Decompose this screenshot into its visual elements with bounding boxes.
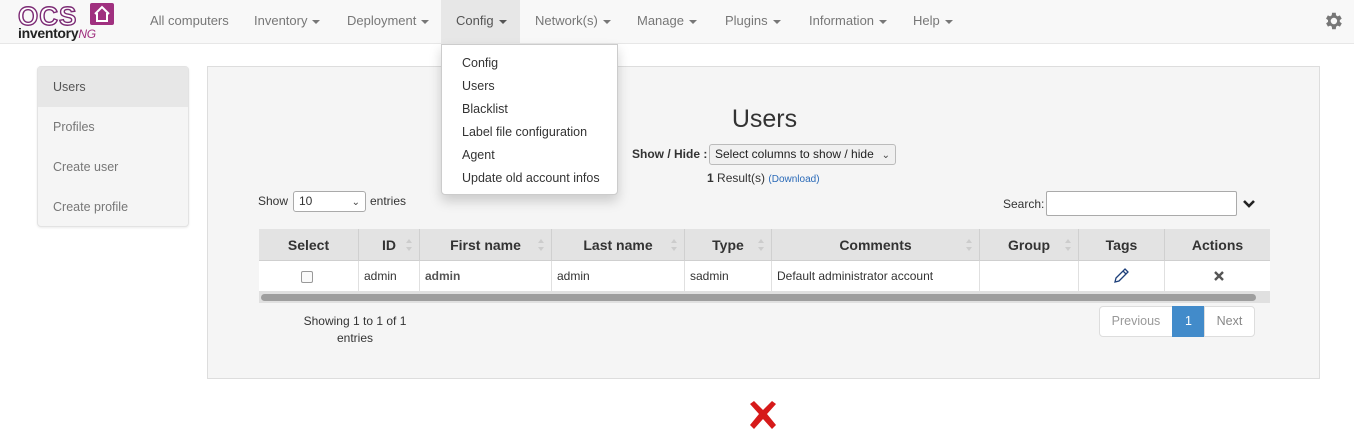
th-tags: Tags (1079, 229, 1165, 261)
menu-item-users[interactable]: Users (462, 79, 495, 93)
nav-networks[interactable]: Network(s) (521, 0, 625, 44)
red-x-icon[interactable] (746, 398, 780, 432)
chevron-down-icon: ⌄ (351, 197, 360, 208)
page-1-button[interactable]: 1 (1172, 306, 1205, 337)
cell-select (259, 261, 359, 291)
results-count: 1 Result(s) (Download) (707, 171, 820, 185)
th-id[interactable]: ID (359, 229, 420, 261)
th-actions: Actions (1191, 237, 1244, 253)
download-link[interactable]: (Download) (768, 174, 819, 185)
caret-down-icon (421, 19, 430, 24)
caret-down-icon (602, 19, 611, 24)
th-first-name[interactable]: First name (420, 229, 552, 261)
row-checkbox[interactable] (301, 271, 313, 283)
caret-down-icon (498, 19, 507, 24)
main-panel: Users Show / Hide : Select columns to sh… (207, 66, 1320, 379)
search-input[interactable] (1046, 191, 1237, 216)
next-button[interactable]: Next (1204, 306, 1255, 337)
sidebar: Users Profiles Create user Create profil… (37, 66, 189, 227)
sidebar-item-create-user[interactable]: Create user (38, 147, 188, 187)
caret-down-icon (312, 19, 321, 24)
cell-last-name: admin (552, 261, 685, 291)
nav-help[interactable]: Help (899, 0, 967, 44)
nav-all-computers[interactable]: All computers (136, 0, 243, 44)
th-group[interactable]: Group (980, 229, 1079, 261)
sort-icon (406, 239, 412, 251)
cell-actions (1165, 261, 1270, 291)
th-select: Select (259, 229, 359, 261)
cell-type: sadmin (685, 261, 772, 291)
pencil-icon[interactable] (1112, 267, 1130, 285)
nav-information[interactable]: Information (795, 0, 901, 44)
sidebar-item-create-profile[interactable]: Create profile (38, 187, 188, 227)
ocs-logo[interactable]: OCS inventoryNG (16, 2, 116, 41)
length-suffix: entries (370, 194, 407, 208)
nav-inventory[interactable]: Inventory (240, 0, 334, 44)
sort-icon (966, 239, 972, 251)
cell-id: admin (359, 261, 420, 291)
menu-item-update-old-account-infos[interactable]: Update old account infos (462, 171, 600, 185)
length-prefix: Show (258, 194, 289, 208)
nav-deployment[interactable]: Deployment (333, 0, 443, 44)
config-dropdown-menu: Config Users Blacklist Label file config… (441, 44, 618, 195)
caret-down-icon (772, 19, 781, 24)
sort-icon (1065, 239, 1071, 251)
chevron-down-icon[interactable] (1243, 197, 1255, 212)
delete-icon[interactable] (1214, 271, 1224, 281)
sort-icon (538, 239, 544, 251)
caret-down-icon (879, 19, 888, 24)
th-type[interactable]: Type (685, 229, 772, 261)
caret-down-icon (944, 19, 953, 24)
cell-first-name[interactable]: admin (420, 261, 552, 291)
caret-down-icon (688, 19, 697, 24)
th-comments[interactable]: Comments (772, 229, 980, 261)
menu-item-label-file-configuration[interactable]: Label file configuration (462, 125, 587, 139)
search-label: Search: (1003, 197, 1045, 211)
nav-plugins[interactable]: Plugins (711, 0, 795, 44)
cell-tags (1079, 261, 1165, 291)
nav-manage[interactable]: Manage (623, 0, 711, 44)
menu-item-blacklist[interactable]: Blacklist (462, 102, 508, 116)
table-info: Showing 1 to 1 of 1 entries (303, 314, 407, 345)
gear-icon[interactable] (1322, 10, 1344, 32)
cell-group (980, 261, 1079, 291)
page-title: Users (731, 105, 798, 133)
previous-button[interactable]: Previous (1099, 306, 1173, 337)
cell-comments: Default administrator account (772, 261, 980, 291)
sidebar-item-profiles[interactable]: Profiles (38, 107, 188, 147)
th-last-name[interactable]: Last name (552, 229, 685, 261)
nav-config[interactable]: Config (441, 0, 520, 44)
scrollbar-thumb[interactable] (261, 294, 1256, 301)
chevron-down-icon: ⌄ (881, 150, 890, 161)
columns-select[interactable]: Select columns to show / hide ⌄ (709, 144, 896, 165)
sort-icon (671, 239, 677, 251)
page-length-select[interactable]: 10 ⌄ (293, 191, 366, 212)
menu-item-config[interactable]: Config (462, 56, 498, 70)
table-header: Select ID First name Last name Type Comm… (259, 229, 1270, 261)
sidebar-item-users[interactable]: Users (38, 67, 188, 107)
navbar: OCS inventoryNG All computers Inventory … (0, 0, 1354, 44)
table-row: admin admin admin sadmin Default adminis… (259, 261, 1270, 291)
horizontal-scrollbar[interactable] (259, 291, 1270, 303)
show-hide-label: Show / Hide : (632, 147, 708, 161)
menu-item-agent[interactable]: Agent (462, 148, 495, 162)
sort-icon (758, 239, 764, 251)
house-icon (90, 3, 114, 25)
